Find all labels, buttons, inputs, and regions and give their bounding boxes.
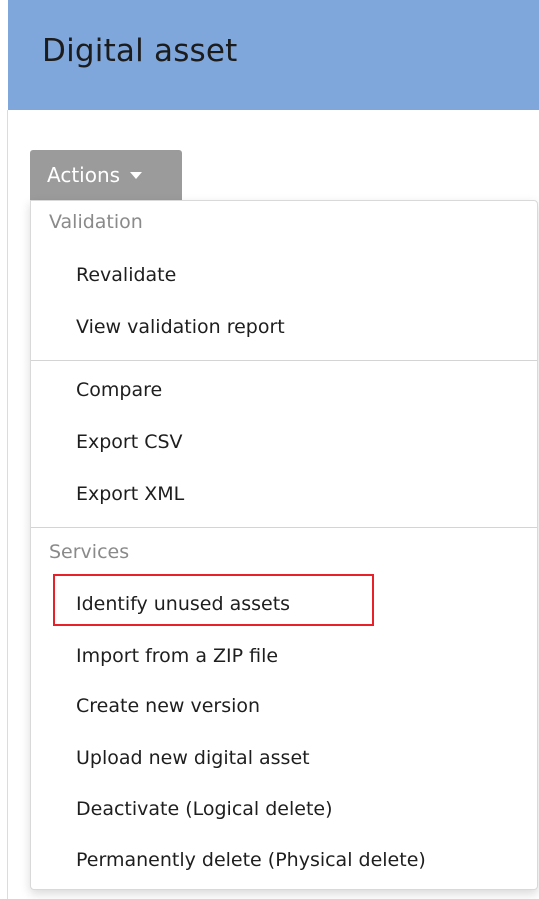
- menu-item-revalidate[interactable]: Revalidate: [76, 264, 176, 286]
- menu-item-export-xml[interactable]: Export XML: [76, 483, 184, 505]
- menu-item-create-new-version[interactable]: Create new version: [76, 695, 260, 717]
- menu-item-view-validation-report[interactable]: View validation report: [76, 316, 285, 338]
- actions-dropdown-button[interactable]: Actions: [30, 150, 182, 200]
- menu-group-header-services: Services: [49, 541, 130, 563]
- menu-item-import-from-zip[interactable]: Import from a ZIP file: [76, 645, 278, 667]
- actions-button-label: Actions: [47, 163, 121, 187]
- menu-item-deactivate[interactable]: Deactivate (Logical delete): [76, 798, 333, 820]
- page-header: Digital asset: [8, 0, 539, 110]
- menu-item-upload-new-digital-asset[interactable]: Upload new digital asset: [76, 747, 310, 769]
- menu-group-header-validation: Validation: [49, 211, 143, 233]
- menu-item-identify-unused-assets[interactable]: Identify unused assets: [76, 593, 290, 615]
- menu-item-permanently-delete[interactable]: Permanently delete (Physical delete): [76, 849, 426, 871]
- actions-dropdown-menu: Validation Revalidate View validation re…: [30, 200, 538, 890]
- page: Digital asset Actions Validation Revalid…: [0, 0, 539, 899]
- menu-item-export-csv[interactable]: Export CSV: [76, 431, 183, 453]
- menu-item-compare[interactable]: Compare: [76, 379, 162, 401]
- menu-divider: [31, 360, 537, 361]
- menu-divider: [31, 527, 537, 528]
- page-title: Digital asset: [42, 33, 238, 69]
- caret-down-icon: [130, 171, 143, 179]
- content-left-border: [7, 110, 8, 899]
